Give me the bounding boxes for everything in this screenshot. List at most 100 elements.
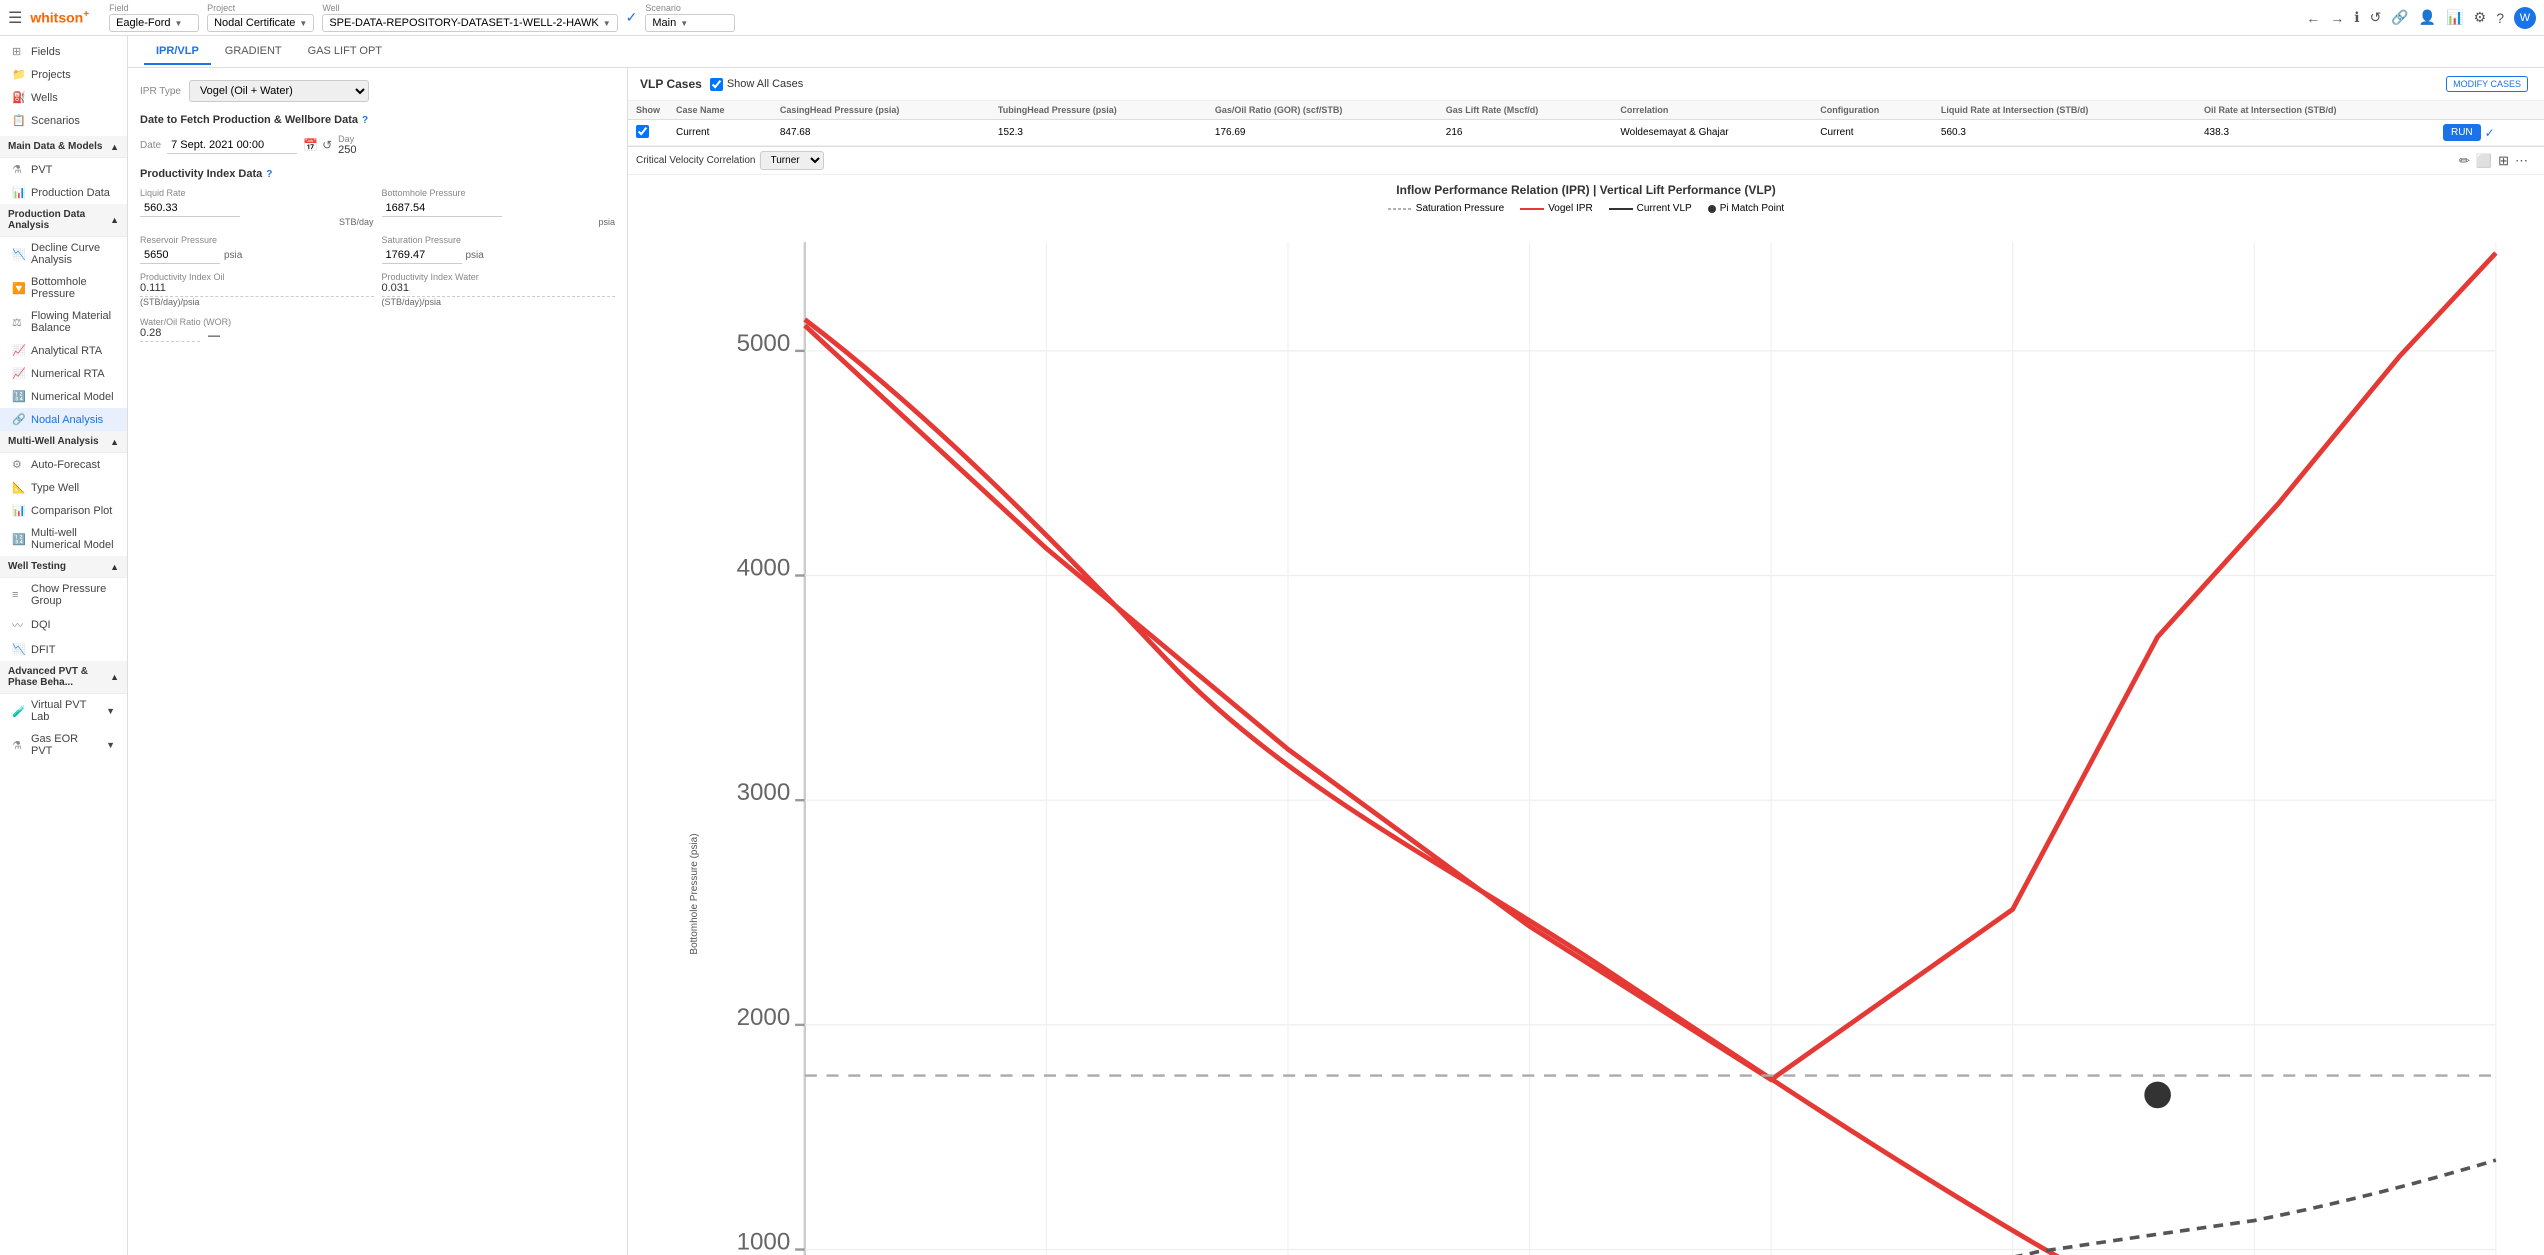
hamburger-icon[interactable]: ☰: [8, 8, 22, 28]
day-field: Day 250: [338, 134, 356, 156]
link-icon[interactable]: 🔗: [2391, 9, 2408, 26]
tab-gas-lift-opt[interactable]: GAS LIFT OPT: [296, 39, 394, 65]
sidebar-item-decline-curve[interactable]: 📉 Decline Curve Analysis: [0, 237, 127, 271]
row-gor: 176.69: [1207, 120, 1438, 146]
grid-view-icon[interactable]: ⊞: [2498, 153, 2509, 169]
sidebar-item-projects[interactable]: 📁 Projects: [0, 63, 127, 86]
edit-chart-icon[interactable]: ✏: [2459, 153, 2470, 169]
date-input[interactable]: [167, 137, 297, 154]
group-production-analysis[interactable]: Production Data Analysis ▲: [0, 204, 127, 237]
help-icon[interactable]: ?: [2496, 10, 2504, 26]
show-all-input[interactable]: [710, 78, 723, 91]
sidebar-item-dqi[interactable]: 〰 DQI: [0, 612, 127, 638]
sidebar-item-chow-pressure[interactable]: ≡ Chow Pressure Group: [0, 578, 127, 612]
group-main-data[interactable]: Main Data & Models ▲: [0, 136, 127, 158]
group-well-testing[interactable]: Well Testing ▲: [0, 556, 127, 578]
legend-vogel-ipr: Vogel IPR: [1520, 203, 1592, 214]
row-show[interactable]: [628, 120, 668, 146]
svg-text:2000: 2000: [737, 1004, 791, 1031]
sidebar-item-scenarios[interactable]: 📋 Scenarios: [0, 109, 127, 132]
tab-gradient[interactable]: GRADIENT: [213, 39, 294, 65]
pi-help-icon[interactable]: ?: [266, 169, 272, 180]
pi-section-title: Productivity Index Data ?: [140, 168, 615, 180]
row-correlation: Woldesemayat & Ghajar: [1612, 120, 1812, 146]
sidebar-item-flowing-material-balance[interactable]: ⚖ Flowing Material Balance: [0, 305, 127, 339]
saturation-pressure-input[interactable]: [382, 247, 462, 264]
scenario-dropdown[interactable]: Main ▼: [645, 14, 735, 32]
group-advanced-pvt[interactable]: Advanced PVT & Phase Beha... ▲: [0, 661, 127, 694]
modify-cases-button[interactable]: MODIFY CASES: [2446, 76, 2528, 92]
sidebar-item-comparison-plot[interactable]: 📊 Comparison Plot: [0, 499, 127, 522]
ipr-type-label: IPR Type: [140, 86, 181, 97]
user-avatar[interactable]: W: [2514, 7, 2536, 29]
legend-pi-match-point: Pi Match Point: [1708, 203, 1784, 214]
person-icon[interactable]: 👤: [2419, 9, 2436, 26]
group-chevron-icon: ▲: [110, 562, 119, 572]
sidebar-item-wells[interactable]: ⛽ Wells: [0, 86, 127, 109]
bottomhole-pressure-input[interactable]: [382, 200, 502, 217]
group-multi-well-items: ⚙ Auto-Forecast 📐 Type Well 📊 Comparison…: [0, 453, 127, 556]
chow-icon: ≡: [12, 589, 26, 601]
tab-ipr-vlp[interactable]: IPR/VLP: [144, 39, 211, 65]
pi-oil-label: Productivity Index Oil: [140, 272, 374, 282]
svg-text:3000: 3000: [737, 779, 791, 806]
sidebar-item-fields[interactable]: ⊞ Fields: [0, 40, 127, 63]
sidebar-item-multi-well-numerical[interactable]: 🔢 Multi-well Numerical Model: [0, 522, 127, 556]
sidebar-item-production-data[interactable]: 📊 Production Data: [0, 181, 127, 204]
sidebar-item-numerical-rta[interactable]: 📈 Numerical RTA: [0, 362, 127, 385]
more-options-icon[interactable]: ⋯: [2515, 153, 2528, 169]
sidebar-item-pvt[interactable]: ⚗ PVT: [0, 158, 127, 181]
sidebar-item-label: Wells: [31, 92, 58, 104]
status-icon: ✓: [626, 9, 638, 26]
reservoir-pressure-input[interactable]: [140, 247, 220, 264]
back-icon[interactable]: ←: [2306, 10, 2320, 26]
field-dropdown[interactable]: Eagle-Ford ▼: [109, 14, 199, 32]
ipr-curve-path: [805, 319, 2496, 1255]
liquid-rate-field: Liquid Rate STB/day: [140, 188, 374, 227]
refresh-icon[interactable]: ↺: [2370, 9, 2382, 26]
pi-grid: Productivity Index Oil 0.111 (STB/day)/p…: [140, 272, 615, 307]
legend-current-vlp-label: Current VLP: [1637, 203, 1692, 214]
app-logo: whitson+: [30, 9, 89, 26]
sidebar-item-label: Scenarios: [31, 115, 80, 127]
velocity-correlation: Critical Velocity Correlation Turner: [636, 151, 824, 170]
reset-icon[interactable]: ↺: [322, 138, 332, 152]
sidebar-item-dfit[interactable]: 📉 DFIT: [0, 638, 127, 661]
well-dropdown[interactable]: SPE-DATA-REPOSITORY-DATASET-1-WELL-2-HAW…: [322, 14, 617, 32]
sidebar-item-auto-forecast[interactable]: ⚙ Auto-Forecast: [0, 453, 127, 476]
forward-icon[interactable]: →: [2330, 10, 2344, 26]
projects-icon: 📁: [12, 68, 26, 81]
sidebar-item-numerical-model[interactable]: 🔢 Numerical Model: [0, 385, 127, 408]
expand-icon[interactable]: ⬜: [2476, 153, 2492, 169]
run-button[interactable]: RUN: [2443, 124, 2481, 141]
numerical-rta-icon: 📈: [12, 367, 26, 380]
sidebar-item-gas-eor-pvt[interactable]: ⚗ Gas EOR PVT ▼: [0, 728, 127, 762]
sidebar-item-nodal-analysis[interactable]: 🔗 Nodal Analysis: [0, 408, 127, 431]
info-icon[interactable]: ℹ: [2354, 9, 2359, 26]
pi-water-unit: (STB/day)/psia: [382, 297, 616, 307]
fetch-help-icon[interactable]: ?: [362, 115, 368, 126]
pi-water-value: 0.031: [382, 282, 616, 297]
sidebar-item-bottomhole-pressure[interactable]: 🔽 Bottomhole Pressure: [0, 271, 127, 305]
vel-corr-select[interactable]: Turner: [760, 151, 824, 170]
project-dropdown[interactable]: Nodal Certificate ▼: [207, 14, 314, 32]
liquid-rate-input[interactable]: [140, 200, 240, 217]
sidebar-item-virtual-pvt-lab[interactable]: 🧪 Virtual PVT Lab ▼: [0, 694, 127, 728]
sidebar-item-type-well[interactable]: 📐 Type Well: [0, 476, 127, 499]
chart-icon[interactable]: 📊: [2446, 9, 2463, 26]
dfit-icon: 📉: [12, 643, 26, 656]
ipr-type-select[interactable]: Vogel (Oil + Water): [189, 80, 369, 102]
row-liquid-rate: 560.3: [1933, 120, 2196, 146]
sub-tabs: IPR/VLP GRADIENT GAS LIFT OPT: [128, 36, 2544, 68]
sidebar-item-analytical-rta[interactable]: 📈 Analytical RTA: [0, 339, 127, 362]
show-all-checkbox[interactable]: Show All Cases: [710, 78, 803, 91]
legend-saturation-pressure: Saturation Pressure: [1388, 203, 1504, 214]
col-actions: [2435, 101, 2544, 120]
calendar-icon[interactable]: 📅: [303, 138, 318, 152]
chart-top-right: ✏ ⬜ ⊞ ⋯: [2459, 153, 2536, 169]
row-case-name: Current: [668, 120, 772, 146]
settings-icon[interactable]: ⚙: [2474, 9, 2487, 26]
group-multi-well[interactable]: Multi-Well Analysis ▲: [0, 431, 127, 453]
group-chevron-icon: ▲: [110, 142, 119, 152]
wells-icon: ⛽: [12, 91, 26, 104]
